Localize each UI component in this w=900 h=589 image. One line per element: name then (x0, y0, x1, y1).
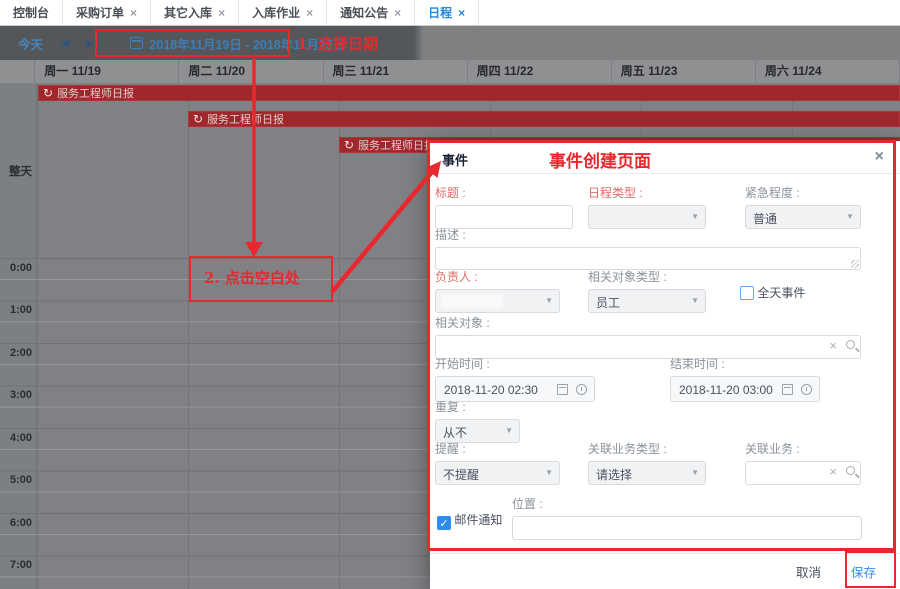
location-input[interactable] (512, 516, 862, 540)
day-header-row: 周一 11/19 周二 11/20 周三 11/21 周四 11/22 周五 1… (0, 60, 900, 83)
day-header-mon: 周一 11/19 (35, 60, 179, 83)
clear-icon[interactable]: × (829, 339, 837, 352)
time-label: 5:00 (0, 474, 32, 486)
dialog-header: 事件 × (430, 141, 900, 174)
description-textarea[interactable] (435, 247, 861, 270)
owner-select[interactable]: ▼ (435, 289, 560, 313)
tab-purchase-order[interactable]: 采购订单× (63, 0, 151, 25)
allday-checkbox-label: 全天事件 (757, 286, 805, 300)
related-business-label: 关联业务 : (745, 440, 861, 457)
tab-inbound-job[interactable]: 入库作业× (239, 0, 327, 25)
close-icon[interactable]: × (218, 6, 225, 20)
email-notify-checkbox[interactable]: ✓ (437, 516, 451, 530)
allday-checkbox[interactable] (740, 286, 754, 300)
tab-bar: 控制台 采购订单× 其它入库× 入库作业× 通知公告× 日程× (0, 0, 900, 25)
related-business-type-label: 关联业务类型 : (588, 440, 706, 457)
email-notify-label: 邮件通知 (454, 513, 502, 527)
chevron-down-icon: ▼ (691, 212, 699, 221)
calendar-icon[interactable] (557, 384, 568, 395)
save-button[interactable]: 保存 (851, 562, 876, 581)
time-label: 2:00 (0, 347, 32, 359)
time-label: 1:00 (0, 304, 32, 316)
day-header-tue: 周二 11/20 (179, 60, 323, 83)
chevron-down-icon: ▼ (691, 296, 699, 305)
owner-redacted-value (441, 294, 503, 309)
remind-label: 提醒 : (435, 440, 560, 457)
time-label: 6:00 (0, 517, 32, 529)
end-time-input[interactable]: 2018-11-20 03:00 (670, 376, 820, 402)
refresh-icon: ↻ (344, 138, 354, 152)
search-icon[interactable] (846, 466, 855, 475)
chevron-down-icon: ▼ (545, 296, 553, 305)
tab-notice[interactable]: 通知公告× (327, 0, 415, 25)
day-header-thu: 周四 11/22 (468, 60, 612, 83)
refresh-icon: ↻ (193, 112, 203, 126)
allday-row-label: 整天 (0, 163, 32, 179)
cancel-button[interactable]: 取消 (796, 562, 821, 581)
time-gutter-header (0, 60, 35, 83)
owner-label: 负责人 : (435, 268, 560, 285)
related-object-type-select[interactable]: 员工▼ (588, 289, 706, 313)
close-icon[interactable]: × (458, 6, 465, 20)
time-label: 3:00 (0, 389, 32, 401)
calendar-icon (130, 37, 143, 49)
dialog-body: 标题 : 日程类型 : ▼ 紧急程度 : 普通▼ 描述 : 负责人 : ▼ (430, 174, 900, 553)
prev-week-icon[interactable]: ◀ (61, 38, 69, 49)
refresh-icon: ↻ (43, 86, 53, 100)
tab-console[interactable]: 控制台 (0, 0, 63, 25)
close-icon[interactable]: × (130, 6, 137, 20)
day-header-fri: 周五 11/23 (612, 60, 756, 83)
close-icon[interactable]: × (306, 6, 313, 20)
remind-select[interactable]: 不提醒▼ (435, 461, 560, 485)
clock-icon[interactable] (576, 384, 587, 395)
calendar-icon[interactable] (782, 384, 793, 395)
next-week-icon[interactable]: ▶ (87, 38, 95, 49)
close-icon[interactable]: × (875, 148, 884, 166)
today-button[interactable]: 今天 (18, 34, 43, 53)
urgency-label: 紧急程度 : (745, 184, 861, 201)
start-time-label: 开始时间 : (435, 355, 595, 372)
date-range-picker[interactable]: 2018年11月19日 - 2018年11月25日 (120, 30, 355, 57)
related-business-input[interactable] (745, 461, 861, 485)
day-header-sat: 周六 11/24 (756, 60, 900, 83)
clear-icon[interactable]: × (829, 465, 837, 478)
description-label: 描述 : (435, 226, 861, 243)
related-business-type-select[interactable]: 请选择▼ (588, 461, 706, 485)
event-dialog: 事件 × 标题 : 日程类型 : ▼ 紧急程度 : 普通▼ 描述 : 负责人 : (430, 141, 900, 589)
related-object-type-label: 相关对象类型 : (588, 268, 706, 285)
time-label: 4:00 (0, 432, 32, 444)
tab-schedule[interactable]: 日程× (415, 0, 479, 25)
day-header-wed: 周三 11/21 (324, 60, 468, 83)
app-window: 控制台 采购订单× 其它入库× 入库作业× 通知公告× 日程× 今天 ◀ ▶ 2… (0, 0, 900, 589)
clock-icon[interactable] (801, 384, 812, 395)
schedule-type-label: 日程类型 : (588, 184, 706, 201)
chevron-down-icon: ▼ (545, 468, 553, 477)
date-range-label: 2018年11月19日 - 2018年11月25日 (149, 34, 345, 53)
allday-event[interactable]: ↻服务工程师日报 (38, 85, 900, 101)
close-icon[interactable]: × (394, 6, 401, 20)
calendar-toolbar: 今天 ◀ ▶ 2018年11月19日 - 2018年11月25日 (0, 25, 900, 60)
chevron-down-icon: ▼ (505, 426, 513, 435)
related-object-label: 相关对象 : (435, 314, 861, 331)
dialog-title: 事件 (442, 150, 468, 169)
title-label: 标题 : (435, 184, 573, 201)
search-icon[interactable] (846, 340, 855, 349)
time-label: 7:00 (0, 559, 32, 571)
repeat-label: 重复 : (435, 398, 520, 415)
location-label: 位置 : (512, 495, 862, 512)
dialog-footer: 取消 保存 (430, 553, 900, 589)
end-time-label: 结束时间 : (670, 355, 820, 372)
chevron-down-icon: ▼ (846, 212, 854, 221)
time-label: 0:00 (0, 262, 32, 274)
chevron-down-icon: ▼ (691, 468, 699, 477)
tab-other-inbound[interactable]: 其它入库× (151, 0, 239, 25)
allday-event[interactable]: ↻服务工程师日报 (188, 111, 900, 127)
